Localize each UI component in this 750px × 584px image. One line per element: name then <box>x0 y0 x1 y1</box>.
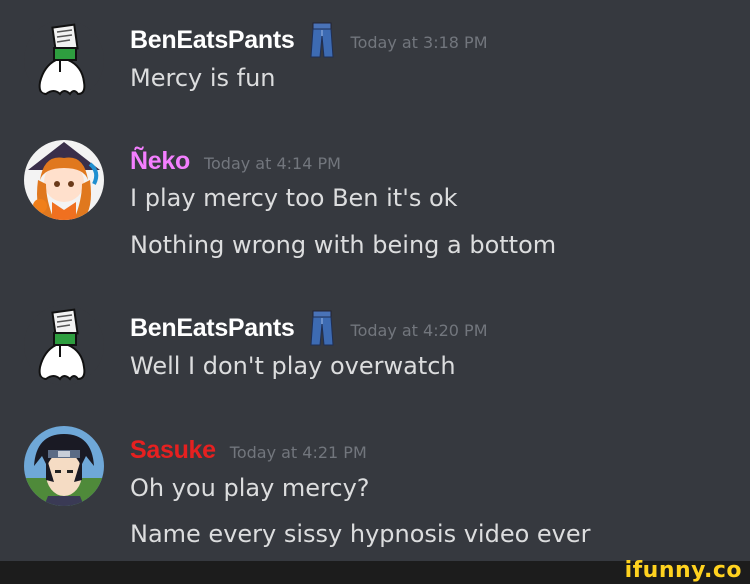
message-text: Well I don't play overwatch <box>130 352 456 380</box>
ghost-holding-sign-icon <box>24 20 104 100</box>
message-header: Ñeko Today at 4:14 PM <box>130 143 341 179</box>
ifunny-watermark: ifunny.co <box>624 558 742 583</box>
jeans-icon <box>307 22 337 58</box>
timestamp: Today at 4:14 PM <box>203 153 341 173</box>
message-text: Oh you play mercy? <box>130 474 370 502</box>
message-text: Name every sissy hypnosis video ever <box>130 520 591 548</box>
message-header: BenEatsPants Today at 3:18 PM <box>130 22 488 58</box>
message-header: BenEatsPants Today at 4:20 PM <box>130 310 488 346</box>
anime-ninja-boy-avatar <box>24 426 104 506</box>
avatar[interactable] <box>24 140 104 220</box>
anime-witch-girl-avatar <box>24 140 104 220</box>
message-text: I play mercy too Ben it's ok <box>130 184 458 212</box>
avatar[interactable] <box>24 20 104 100</box>
ghost-holding-sign-icon <box>24 305 104 385</box>
timestamp: Today at 4:21 PM <box>229 442 367 462</box>
timestamp: Today at 3:18 PM <box>350 32 488 52</box>
username[interactable]: BenEatsPants <box>130 314 295 343</box>
timestamp: Today at 4:20 PM <box>350 320 488 340</box>
avatar[interactable] <box>24 305 104 385</box>
avatar[interactable] <box>24 426 104 506</box>
username[interactable]: BenEatsPants <box>130 26 295 55</box>
message-header: Sasuke Today at 4:21 PM <box>130 432 367 468</box>
jeans-icon <box>307 310 337 346</box>
username[interactable]: Ñeko <box>130 147 190 176</box>
message-text: Mercy is fun <box>130 64 276 92</box>
username[interactable]: Sasuke <box>130 436 216 465</box>
message-text: Nothing wrong with being a bottom <box>130 231 557 259</box>
chat-log: BenEatsPants Today at 3:18 PM Mercy is f… <box>0 0 750 560</box>
